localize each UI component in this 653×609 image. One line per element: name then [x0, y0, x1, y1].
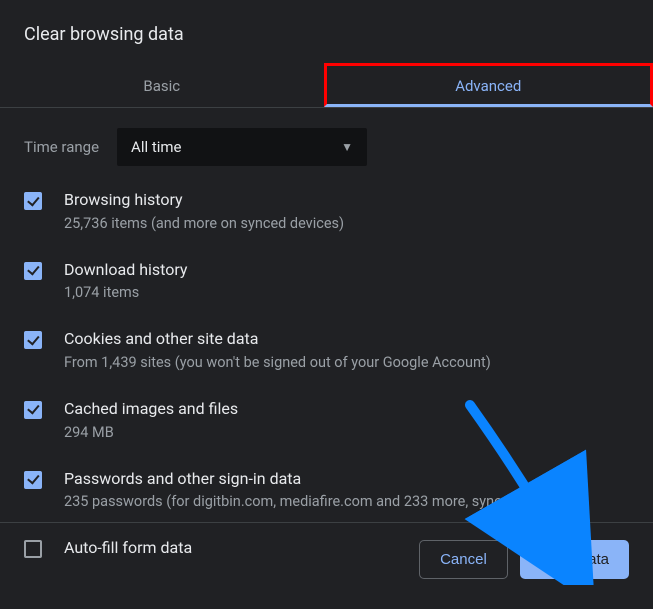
item-title: Passwords and other sign-in data: [64, 469, 629, 490]
checkbox-cookies[interactable]: [24, 331, 42, 349]
dialog-title: Clear browsing data: [0, 0, 653, 63]
clear-data-button[interactable]: Clear data: [520, 540, 629, 579]
tabs: Basic Advanced: [0, 63, 653, 108]
checkbox-autofill[interactable]: [24, 540, 42, 558]
item-title: Cached images and files: [64, 399, 629, 420]
time-range-label: Time range: [24, 138, 99, 156]
item-sub: 235 passwords (for digitbin.com, mediafi…: [64, 493, 629, 512]
dialog-footer: Cancel Clear data: [419, 540, 629, 579]
item-sub: 1,074 items: [64, 284, 629, 303]
time-range-value: All time: [131, 138, 181, 156]
time-range-select[interactable]: All time ▼: [117, 128, 367, 166]
chevron-down-icon: ▼: [341, 140, 353, 154]
item-title: Download history: [64, 260, 629, 281]
item-title: Browsing history: [64, 190, 629, 211]
row-browsing-history: Browsing history 25,736 items (and more …: [24, 178, 629, 248]
row-download-history: Download history 1,074 items: [24, 248, 629, 318]
checkbox-cache[interactable]: [24, 401, 42, 419]
item-sub: 294 MB: [64, 424, 629, 443]
item-title: Cookies and other site data: [64, 329, 629, 350]
tab-basic[interactable]: Basic: [0, 63, 324, 107]
data-type-list: Browsing history 25,736 items (and more …: [0, 174, 653, 573]
checkbox-passwords[interactable]: [24, 471, 42, 489]
checkbox-browsing-history[interactable]: [24, 192, 42, 210]
item-sub: From 1,439 sites (you won't be signed ou…: [64, 354, 629, 373]
row-cookies: Cookies and other site data From 1,439 s…: [24, 317, 629, 387]
tab-advanced[interactable]: Advanced: [324, 63, 653, 107]
row-passwords: Passwords and other sign-in data 235 pas…: [24, 457, 629, 527]
item-sub: 25,736 items (and more on synced devices…: [64, 215, 629, 234]
footer-divider: [0, 522, 653, 523]
time-range-row: Time range All time ▼: [0, 108, 653, 174]
cancel-button[interactable]: Cancel: [419, 540, 508, 579]
checkbox-download-history[interactable]: [24, 262, 42, 280]
row-cache: Cached images and files 294 MB: [24, 387, 629, 457]
